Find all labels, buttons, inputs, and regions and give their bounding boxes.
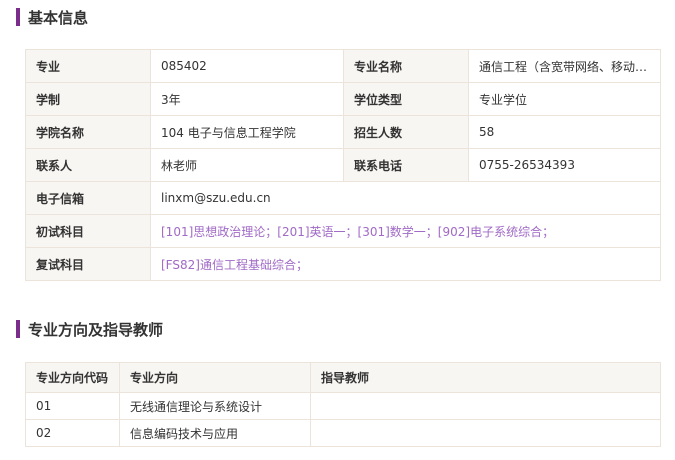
degree-type-label: 学位类型 [343,82,469,116]
phone-label: 联系电话 [343,148,469,182]
table-row: 01 无线通信理论与系统设计 [25,392,661,420]
basic-info-title: 基本信息 [28,8,89,27]
phone-value: 0755-26534393 [468,148,661,182]
direction-name: 无线通信理论与系统设计 [119,392,311,420]
college-label: 学院名称 [25,115,151,149]
degree-type-value: 专业学位 [468,82,661,116]
major-label: 专业 [25,49,151,83]
table-row: 初试科目 [101]思想政治理论；[201]英语一；[301]数学一；[902]… [25,214,661,248]
email-value: linxm@szu.edu.cn [150,181,661,215]
enrollment-label: 招生人数 [343,115,469,149]
table-row: 专业 085402 专业名称 通信工程（含宽带网络、移动… [25,49,661,83]
directions-table: 专业方向代码 专业方向 指导教师 01 无线通信理论与系统设计 02 信息编码技… [25,362,661,447]
initial-exam-label: 初试科目 [25,214,151,248]
email-label: 电子信箱 [25,181,151,215]
header-direction-code: 专业方向代码 [25,362,120,393]
major-name-label: 专业名称 [343,49,469,83]
direction-code: 01 [25,392,120,420]
contact-label: 联系人 [25,148,151,182]
table-row: 电子信箱 linxm@szu.edu.cn [25,181,661,215]
directions-heading: 专业方向及指导教师 [16,320,164,339]
major-name-value: 通信工程（含宽带网络、移动… [468,49,661,83]
direction-advisor [310,419,661,447]
direction-code: 02 [25,419,120,447]
table-row: 学院名称 104 电子与信息工程学院 招生人数 58 [25,115,661,149]
table-row: 联系人 林老师 联系电话 0755-26534393 [25,148,661,182]
contact-value: 林老师 [150,148,344,182]
basic-info-heading: 基本信息 [16,8,89,27]
initial-exam-subjects-link[interactable]: [101]思想政治理论；[201]英语一；[301]数学一；[902]电子系统综… [150,214,661,248]
header-direction-name: 专业方向 [119,362,311,393]
header-advisor: 指导教师 [310,362,661,393]
retest-label: 复试科目 [25,247,151,281]
major-value: 085402 [150,49,344,83]
table-row: 复试科目 [FS82]通信工程基础综合； [25,247,661,281]
table-row: 学制 3年 学位类型 专业学位 [25,82,661,116]
college-value: 104 电子与信息工程学院 [150,115,344,149]
duration-value: 3年 [150,82,344,116]
basic-info-table: 专业 085402 专业名称 通信工程（含宽带网络、移动… 学制 3年 学位类型… [25,49,661,281]
enrollment-value: 58 [468,115,661,149]
direction-name: 信息编码技术与应用 [119,419,311,447]
heading-accent-bar [16,8,20,26]
heading-accent-bar [16,320,20,338]
duration-label: 学制 [25,82,151,116]
direction-advisor [310,392,661,420]
directions-title: 专业方向及指导教师 [28,320,164,339]
retest-subjects-link[interactable]: [FS82]通信工程基础综合； [150,247,661,281]
table-header-row: 专业方向代码 专业方向 指导教师 [25,362,661,393]
table-row: 02 信息编码技术与应用 [25,419,661,447]
